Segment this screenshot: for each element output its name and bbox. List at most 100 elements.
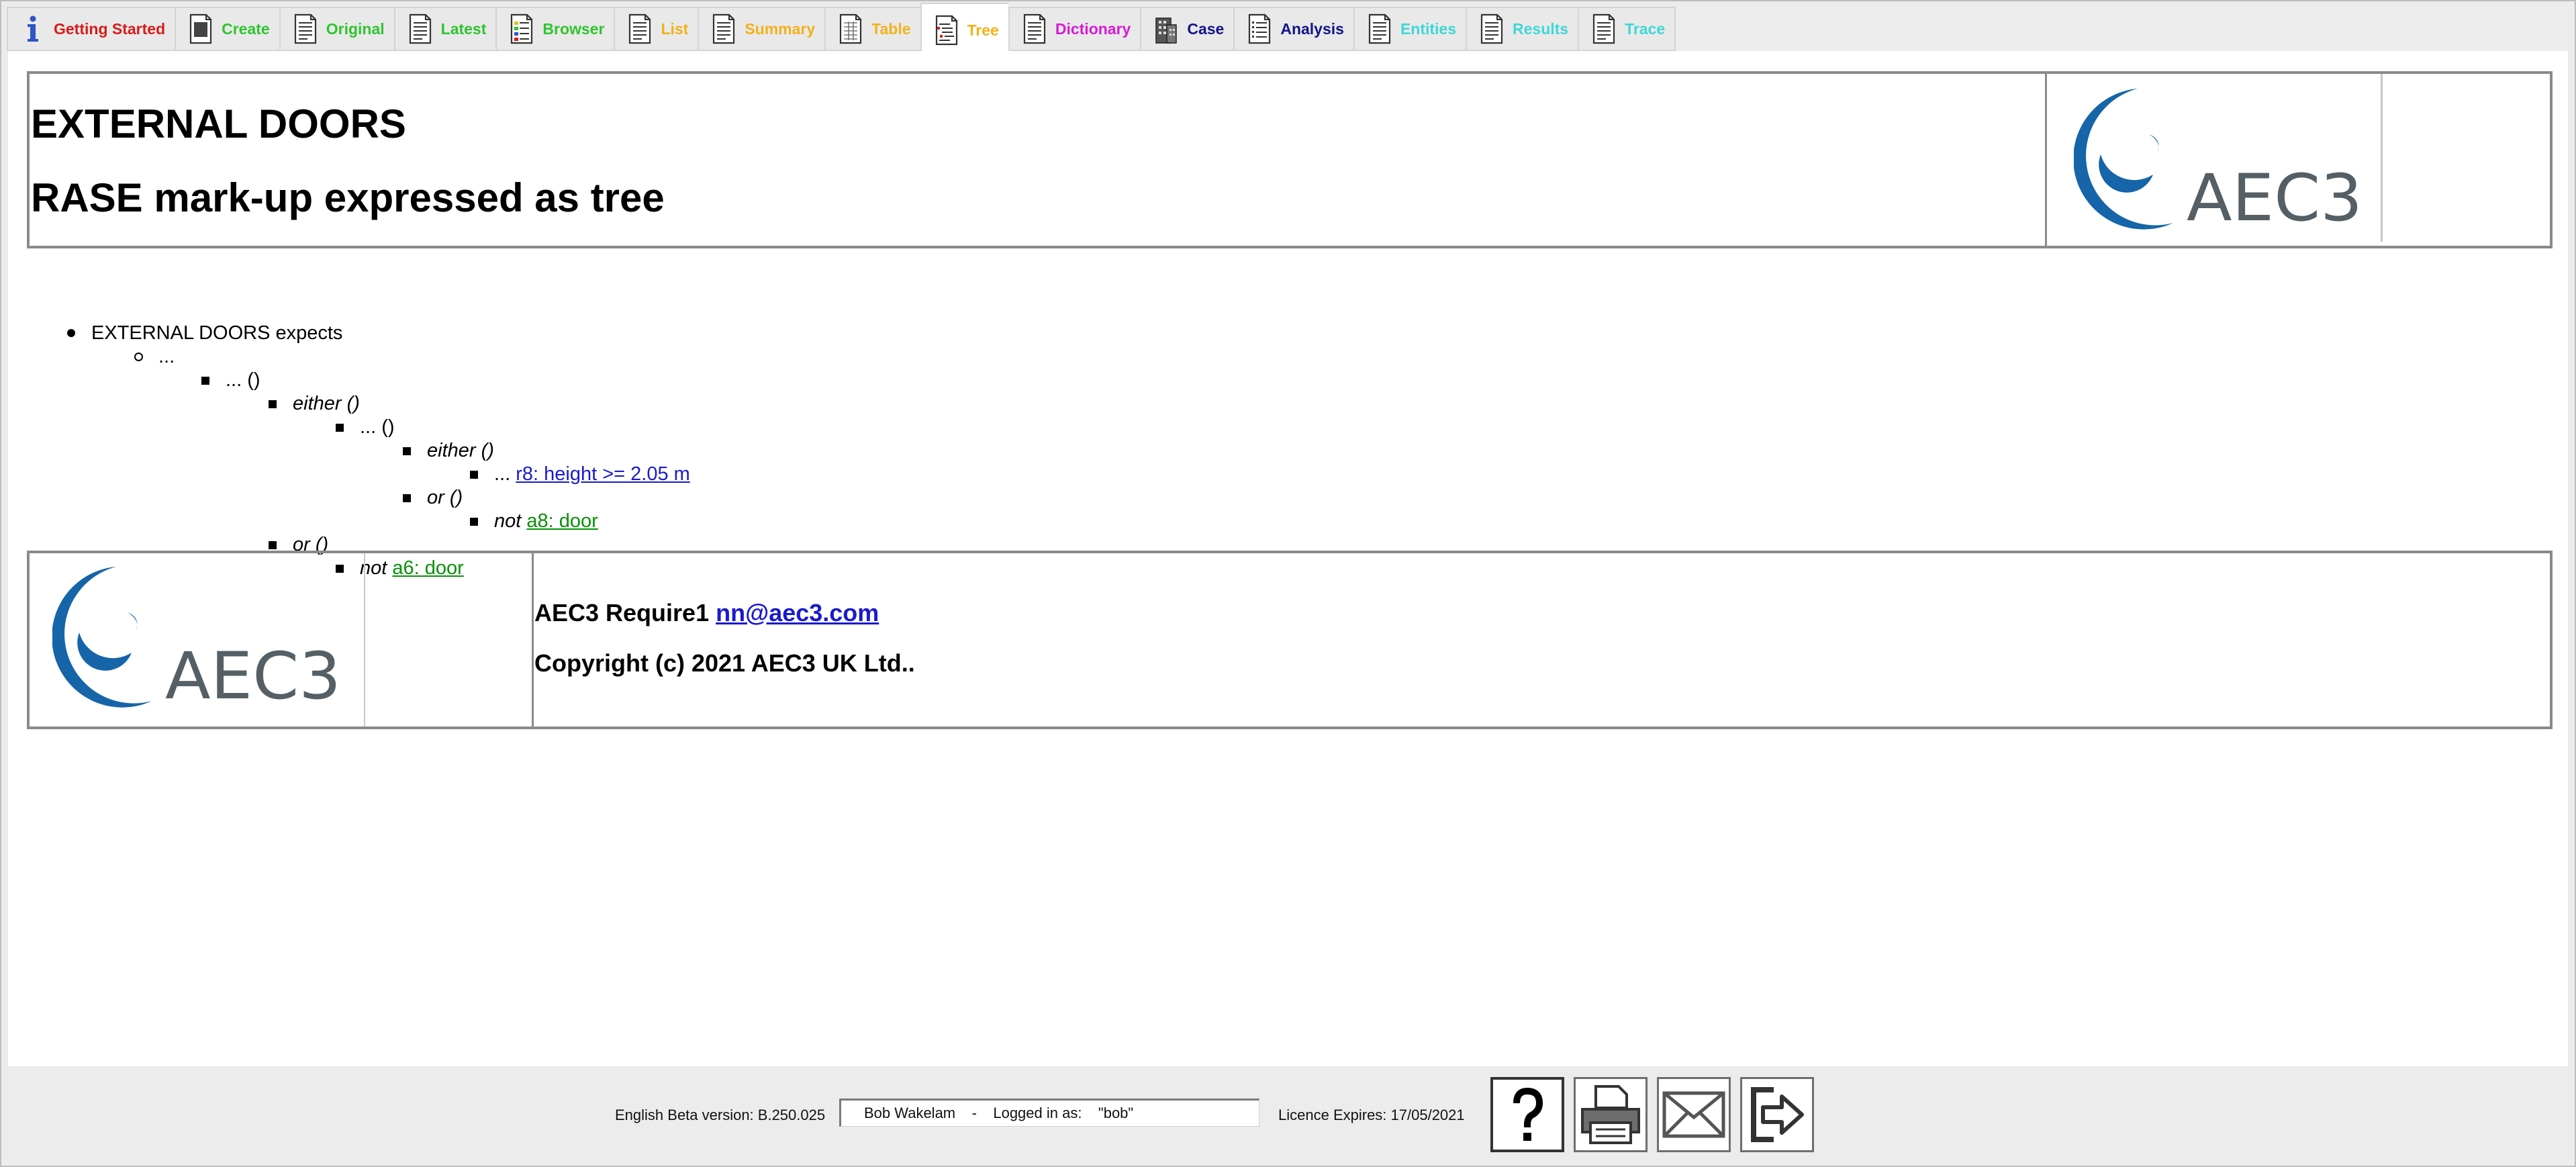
tab-entities[interactable]: Entities [1353, 7, 1466, 51]
tab-label: Entities [1400, 19, 1457, 38]
email-button[interactable] [1657, 1077, 1731, 1152]
help-button[interactable] [1490, 1077, 1564, 1152]
tab-original[interactable]: Original [279, 7, 394, 51]
page-subtitle: RASE mark-up expressed as tree [31, 175, 665, 220]
contact-email-link[interactable]: nn@aec3.com [716, 599, 879, 626]
tree-node-requirement: ... r8: height >= 2.05 m [494, 462, 690, 486]
aec3-logo: AEC3 [2074, 89, 2363, 236]
tree-bullet [269, 541, 277, 549]
tab-tree[interactable]: Tree [920, 3, 1008, 58]
footer-divider [532, 553, 534, 727]
document-icon [629, 13, 651, 44]
building-icon [1155, 17, 1178, 44]
tab-label: Tree [967, 21, 999, 39]
tree-root: EXTERNAL DOORS expects [91, 321, 342, 345]
tree-node-not: not [494, 510, 522, 532]
tab-label: Getting Started [54, 19, 166, 38]
tree-bullet [67, 329, 75, 337]
exit-icon [1751, 1087, 1804, 1142]
tab-label: Browser [542, 19, 605, 38]
tab-label: Summary [745, 19, 816, 38]
header-table: EXTERNAL DOORS RASE mark-up expressed as… [27, 71, 2553, 248]
tree-bullet [470, 471, 478, 479]
tree-node-or: or () [427, 485, 463, 510]
logged-in-user-field: Bob Wakelam - Logged in as: "bob" [839, 1099, 1259, 1127]
tree-node-label: ... [158, 346, 175, 367]
browser-document-icon [511, 13, 533, 44]
tree-node: ... () [360, 415, 395, 439]
logo-swoosh-inner [77, 633, 132, 671]
tab-create[interactable]: Create [175, 7, 279, 51]
tree-node-either: either () [293, 391, 360, 416]
tab-getting-started[interactable]: Getting Started [7, 7, 175, 51]
envelope-icon [1662, 1091, 1725, 1138]
tree-bullet [201, 377, 209, 385]
tree-bullet [403, 447, 411, 455]
tree-node: ... [158, 344, 175, 369]
logo-swoosh-tip [2149, 134, 2159, 153]
tab-label: Latest [440, 19, 487, 38]
tree-node-label: ... () [360, 416, 395, 438]
tree-bullet [269, 400, 277, 408]
tab-case[interactable]: Case [1140, 7, 1234, 51]
header-title-cell: EXTERNAL DOORS RASE mark-up expressed as… [30, 74, 2047, 246]
logo-swoosh-inner [2099, 154, 2153, 193]
version-text: English Beta version: B.250.025 [615, 1107, 826, 1123]
page-title: EXTERNAL DOORS [31, 101, 406, 146]
tree-node-label: or () [427, 487, 463, 508]
tab-analysis[interactable]: Analysis [1233, 7, 1353, 51]
tree-node: ... () [226, 368, 260, 392]
product-name: AEC3 Require1 [534, 599, 710, 626]
document-icon [1480, 13, 1503, 44]
tab-label: Analysis [1280, 19, 1344, 38]
header-logo-cell: AEC3 [2047, 74, 2383, 242]
tree-bullet [134, 353, 143, 361]
tab-label: Case [1187, 19, 1225, 38]
content-panel: EXTERNAL DOORS RASE mark-up expressed as… [8, 51, 2568, 1066]
tab-label: Table [871, 19, 911, 38]
tab-summary[interactable]: Summary [698, 7, 825, 51]
tab-latest[interactable]: Latest [393, 7, 496, 51]
logo-text: AEC3 [165, 639, 341, 714]
logo-swoosh-tip [128, 612, 138, 631]
info-icon [28, 15, 38, 42]
tree-node-label: either () [427, 440, 494, 461]
tree-root-label: EXTERNAL DOORS expects [91, 322, 343, 344]
tree-document-icon [935, 15, 957, 46]
tab-dictionary[interactable]: Dictionary [1008, 7, 1141, 51]
tree-bullet [403, 494, 411, 502]
tab-label: Dictionary [1055, 19, 1131, 38]
tab-trace[interactable]: Trace [1578, 7, 1676, 51]
tab-list[interactable]: List [614, 7, 698, 51]
applicability-link-a8[interactable]: a8: door [526, 510, 598, 532]
logout-button[interactable] [1740, 1077, 1814, 1152]
licence-expiry-text: Licence Expires: 17/05/2021 [1278, 1107, 1465, 1123]
copyright-text: Copyright (c) 2021 AEC3 UK Ltd.. [534, 649, 915, 677]
document-icon [713, 13, 735, 44]
logo-swoosh-outer [2074, 89, 2173, 230]
print-button[interactable] [1574, 1077, 1648, 1152]
tree-node-either: either () [427, 438, 494, 463]
logo-swoosh-outer [52, 567, 152, 708]
document-icon [1593, 13, 1615, 44]
document-icon [294, 13, 316, 44]
footer-logo-cell: AEC3 [30, 553, 365, 727]
question-mark-icon [1513, 1087, 1543, 1141]
document-icon [1368, 13, 1391, 44]
requirement-link-r8[interactable]: r8: height >= 2.05 m [516, 463, 690, 485]
aec3-logo: AEC3 [52, 567, 341, 714]
document-icon [409, 13, 431, 44]
analysis-document-icon [1249, 13, 1271, 44]
tree-bullet [336, 424, 344, 432]
document-icon [1023, 13, 1045, 44]
tab-label: List [661, 19, 689, 38]
footer-product-line: AEC3 Require1 nn@aec3.com [534, 599, 879, 627]
tab-browser[interactable]: Browser [495, 7, 614, 51]
footer-table: AEC3 AEC3 Require1 nn@aec3.com Copyright… [27, 551, 2553, 729]
tab-label: Create [222, 19, 270, 38]
tree-node-applicability: not a8: door [494, 509, 598, 533]
tab-results[interactable]: Results [1466, 7, 1578, 51]
tab-label: Results [1513, 19, 1569, 38]
tab-table[interactable]: Table [824, 7, 920, 51]
tab-label: Original [326, 19, 385, 38]
